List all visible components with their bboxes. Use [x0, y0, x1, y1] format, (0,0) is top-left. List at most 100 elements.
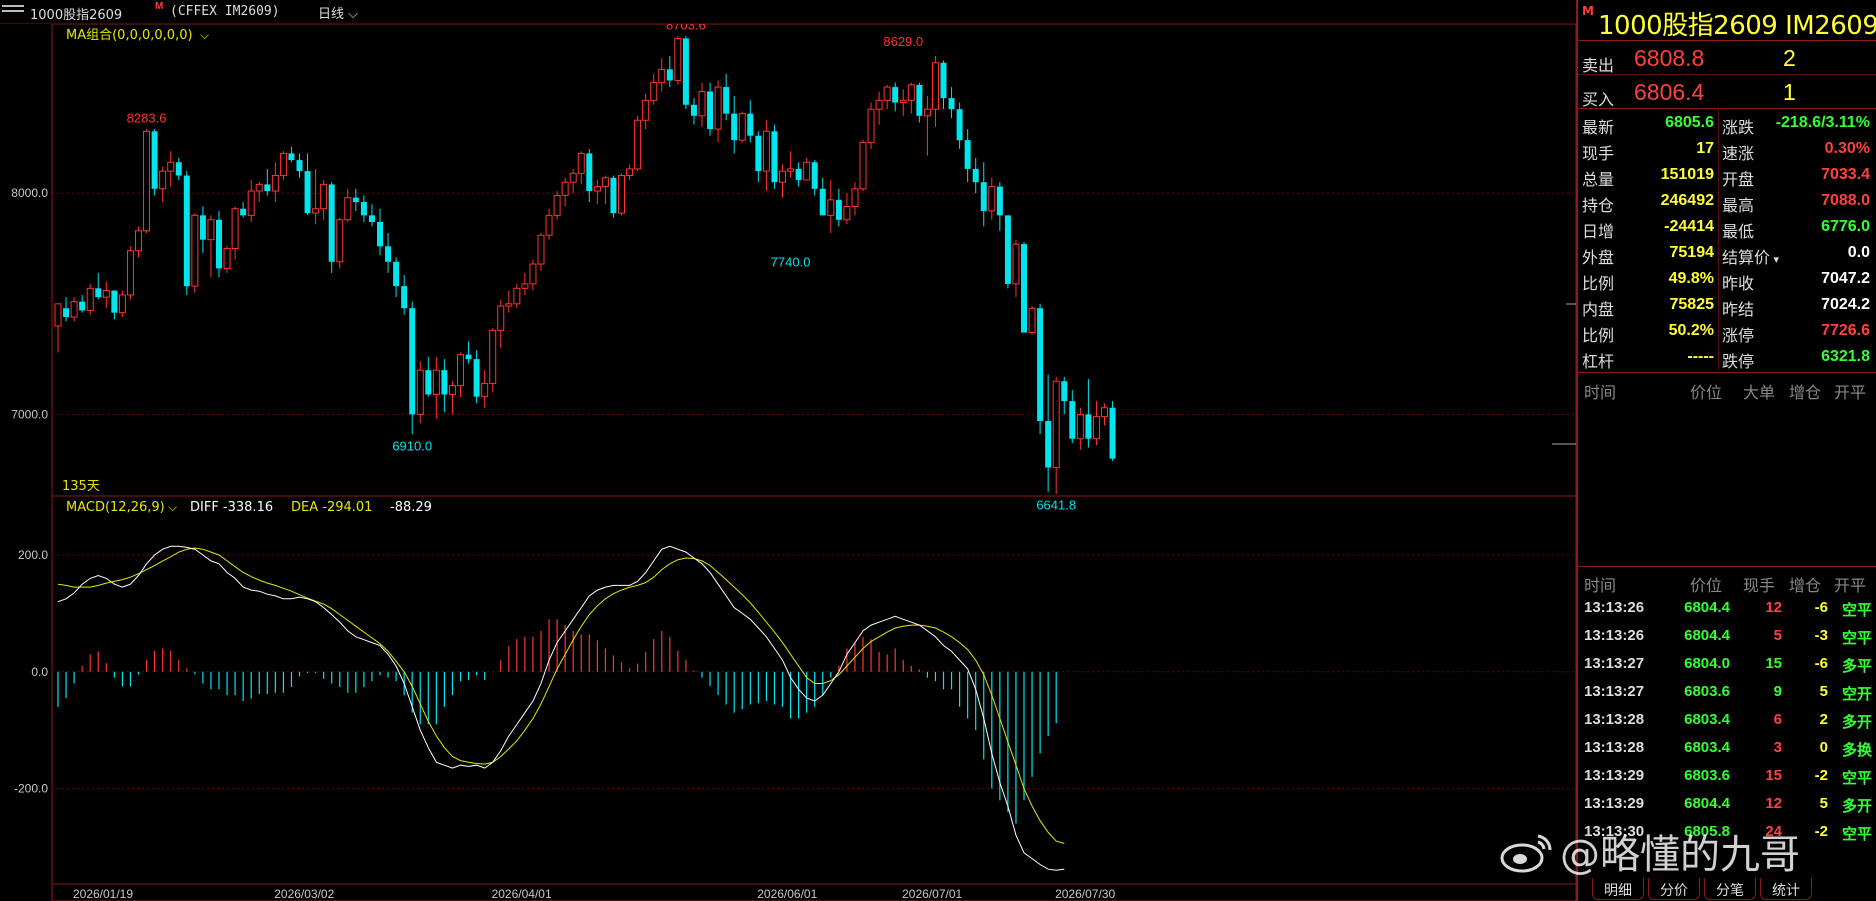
candle-up — [207, 219, 215, 241]
candle-up — [626, 168, 634, 177]
candle-up — [86, 287, 94, 311]
kline-chart-svg[interactable]: MA组合(0,0,0,0,0,0) ⌵ 135天 MACD(12,26,9) ⌵… — [0, 24, 1576, 901]
trade-time: 13:13:27 — [1584, 683, 1645, 700]
candle-up — [642, 99, 650, 121]
candle-down — [328, 184, 335, 262]
candle-down — [385, 246, 392, 262]
candle-up — [601, 177, 609, 188]
candle-up — [899, 99, 907, 104]
trade-type: 多开 — [1841, 798, 1872, 815]
chevron-down-icon[interactable]: ⌵ — [200, 28, 209, 42]
stat-label: 比例 — [1582, 326, 1615, 345]
candle-down — [264, 184, 271, 192]
stat-label: 昨结 — [1722, 300, 1755, 319]
divider — [1578, 74, 1876, 75]
candle-up — [923, 108, 931, 117]
candle-down — [473, 359, 480, 397]
trade-hand: 6 — [1773, 711, 1782, 728]
tab-price-dist[interactable]: 分价 — [1648, 878, 1700, 900]
candle-up — [867, 108, 875, 143]
chevron-down-icon[interactable]: ⌵ — [168, 500, 177, 514]
quote-stat-row: 持仓 246492 最高 7088.0 — [1578, 188, 1876, 215]
trade-time: 13:13:28 — [1584, 739, 1645, 756]
hdr-price: 价位 — [1690, 383, 1723, 402]
tab-stats[interactable]: 统计 — [1760, 878, 1812, 900]
menu-icon[interactable] — [2, 5, 24, 19]
candle-up — [634, 119, 642, 170]
trade-price: 6804.0 — [1684, 655, 1730, 672]
candle-down — [690, 104, 697, 116]
kline-chart-area[interactable]: MA组合(0,0,0,0,0,0) ⌵ 135天 MACD(12,26,9) ⌵… — [0, 24, 1576, 901]
candle-down — [1045, 421, 1052, 468]
candle-down — [199, 215, 206, 240]
trade-row[interactable]: 13:13:28 6803.4 6 2 多开 — [1578, 706, 1876, 734]
trade-row[interactable]: 13:13:29 6803.6 15 -2 空平 — [1578, 762, 1876, 790]
candle-up — [497, 305, 505, 331]
caret-down-icon[interactable]: ▾ — [1770, 253, 1780, 266]
candle-down — [441, 370, 448, 395]
stat-value: 50.2% — [1668, 322, 1714, 339]
candle-down — [393, 261, 400, 287]
candle-down — [1004, 215, 1011, 284]
candle-down — [996, 186, 1003, 216]
stat-value: 75825 — [1669, 296, 1715, 313]
hdr-big: 大单 — [1743, 383, 1776, 402]
stat-label: 比例 — [1582, 274, 1615, 293]
trade-row[interactable]: 13:13:29 6804.4 12 5 多开 — [1578, 790, 1876, 818]
macd-indicator-label[interactable]: MACD(12,26,9) — [66, 500, 165, 515]
trade-price: 6803.4 — [1684, 711, 1730, 728]
stat-label: 涨停 — [1722, 326, 1755, 345]
candle-down — [240, 208, 247, 216]
candle-up — [336, 219, 344, 263]
trade-inc: 2 — [1819, 711, 1828, 728]
candle-up — [1092, 416, 1100, 440]
period-selector[interactable]: 日线 ⌵ — [318, 3, 358, 22]
candle-up — [1076, 413, 1084, 440]
extreme-price-label: 6910.0 — [392, 438, 432, 453]
macd-axis-tick-label: -200.0 — [14, 782, 48, 796]
trade-type: 空平 — [1841, 770, 1872, 787]
ma-indicator-label[interactable]: MA组合(0,0,0,0,0,0) — [66, 28, 193, 43]
trade-row[interactable]: 13:13:27 6804.0 15 -6 多平 — [1578, 650, 1876, 678]
trade-inc: 0 — [1819, 739, 1828, 756]
tab-detail[interactable]: 明细 — [1592, 878, 1644, 900]
candle-down — [771, 131, 778, 183]
price-axis-tick-label: 8000.0 — [11, 186, 48, 200]
hdr-price: 价位 — [1690, 576, 1723, 595]
bid-row[interactable]: 买入 6806.4 1 — [1578, 76, 1876, 109]
tab-ticks[interactable]: 分笔 — [1704, 878, 1756, 900]
candle-up — [143, 130, 151, 232]
candles-layer — [54, 36, 1116, 494]
extreme-price-label: 8629.0 — [883, 34, 923, 49]
trade-row[interactable]: 13:13:27 6803.6 9 5 空开 — [1578, 678, 1876, 706]
date-axis-tick-label: 2026/04/01 — [492, 887, 552, 901]
hdr-time: 时间 — [1584, 383, 1617, 402]
candle-down — [731, 113, 738, 141]
stat-value: -218.6/3.11% — [1775, 114, 1870, 131]
stat-value: 6776.0 — [1821, 218, 1870, 235]
candle-up — [489, 329, 497, 384]
ask-row[interactable]: 卖出 6808.8 2 — [1578, 42, 1876, 75]
candle-up — [505, 303, 513, 307]
candle-down — [425, 370, 432, 395]
candle-down — [79, 301, 86, 311]
candle-down — [723, 87, 730, 114]
candle-up — [851, 188, 859, 208]
trade-row[interactable]: 13:13:26 6804.4 12 -6 空平 — [1578, 594, 1876, 622]
candle-up — [481, 382, 489, 398]
candle-up — [247, 190, 255, 216]
macd-layer — [57, 545, 1065, 871]
trade-hand: 12 — [1765, 599, 1782, 616]
bid-price: 6806.4 — [1634, 79, 1705, 105]
candle-up — [118, 294, 126, 314]
trade-row[interactable]: 13:13:26 6804.4 5 -3 空平 — [1578, 622, 1876, 650]
stat-label: 结算价 ▾ — [1722, 248, 1780, 267]
hdr-type: 开平 — [1834, 383, 1867, 402]
candle-down — [151, 131, 158, 189]
candle-down — [401, 286, 408, 309]
stat-label: 持仓 — [1582, 196, 1615, 215]
candle-up — [320, 183, 328, 210]
trade-row[interactable]: 13:13:28 6803.4 3 0 多换 — [1578, 734, 1876, 762]
stat-value: 6805.6 — [1665, 114, 1714, 131]
candle-up — [223, 248, 231, 269]
